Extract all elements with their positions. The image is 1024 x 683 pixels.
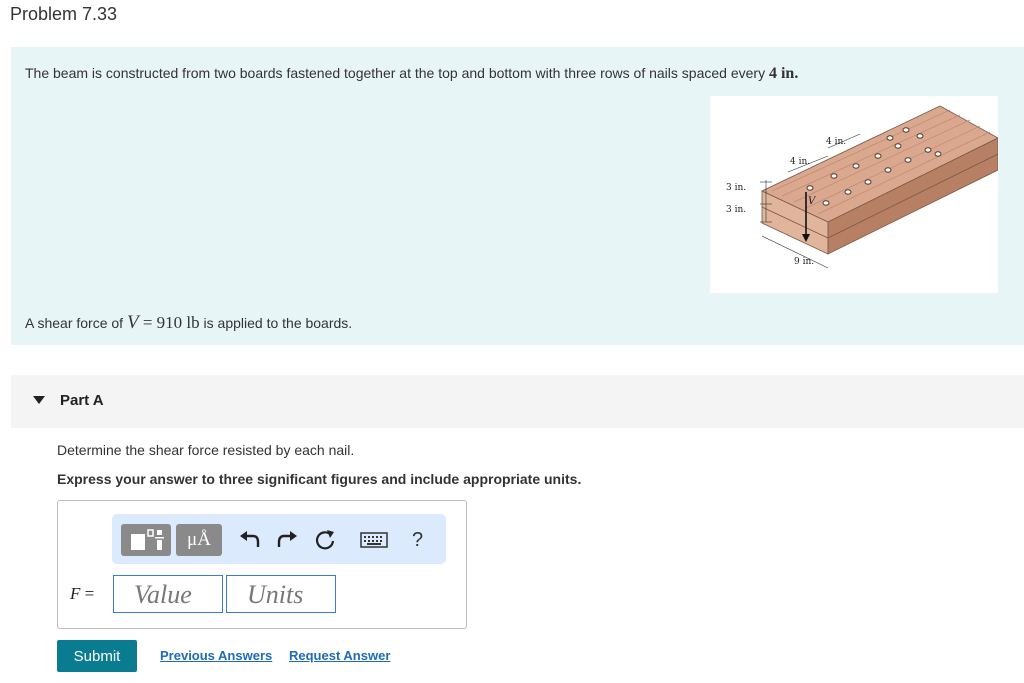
shear-force-statement: A shear force of V = 910 lb is applied t…	[25, 312, 352, 334]
keyboard-button[interactable]	[357, 524, 391, 556]
shear-text-after: is applied to the boards.	[199, 315, 353, 331]
problem-statement: The beam is constructed from two boards …	[25, 65, 798, 83]
problem-statement-text: The beam is constructed from two boards …	[25, 65, 769, 81]
request-answer-link[interactable]: Request Answer	[289, 648, 390, 663]
submit-button[interactable]: Submit	[57, 640, 137, 672]
value-input[interactable]: Value	[113, 575, 223, 613]
part-a-label: Part A	[60, 392, 104, 409]
page-title: Problem 7.33	[10, 4, 118, 24]
shear-equals: =	[138, 313, 157, 332]
nail-spacing-value: 4 in.	[768, 65, 799, 82]
previous-answers-link[interactable]: Previous Answers	[160, 648, 272, 663]
dim-label-4in-b: 4 in.	[826, 137, 846, 147]
shear-value: 910 lb	[156, 313, 200, 332]
redo-icon	[277, 531, 297, 547]
undo-icon	[240, 531, 260, 547]
caret-down-icon[interactable]	[33, 396, 45, 404]
question-prompt: Determine the shear force resisted by ea…	[57, 442, 355, 458]
units-input[interactable]: Units	[226, 575, 336, 613]
reset-button[interactable]	[310, 524, 340, 556]
dim-label-4in-a: 4 in.	[790, 157, 810, 167]
reset-icon	[315, 530, 335, 550]
part-a-header[interactable]: Part A	[11, 375, 1024, 428]
symbols-button[interactable]: μÅ	[176, 524, 222, 556]
templates-icon	[131, 529, 164, 550]
shear-text-before: A shear force of	[25, 315, 127, 331]
dim-label-3in-a: 3 in.	[726, 183, 746, 193]
dim-label-9in: 9 in.	[794, 257, 814, 267]
help-button[interactable]: ?	[412, 524, 432, 556]
redo-button[interactable]	[272, 524, 302, 556]
answer-variable-label: F =	[70, 584, 94, 604]
undo-button[interactable]	[235, 524, 265, 556]
dim-label-3in-b: 3 in.	[726, 205, 746, 215]
problem-intro-panel: The beam is constructed from two boards …	[11, 47, 1024, 345]
beam-figure: V 4 in. 4 in. 3 in. 3 in. 9 in.	[710, 96, 998, 293]
keyboard-icon	[360, 532, 388, 548]
answer-instruction: Express your answer to three significant…	[57, 471, 582, 487]
answer-variable: F	[70, 584, 81, 603]
shear-variable: V	[126, 312, 139, 333]
templates-button[interactable]	[121, 524, 171, 556]
answer-box: μÅ ? F = Value Units	[57, 500, 467, 629]
math-toolbar: μÅ ?	[112, 514, 446, 564]
answer-equals: =	[80, 584, 95, 603]
